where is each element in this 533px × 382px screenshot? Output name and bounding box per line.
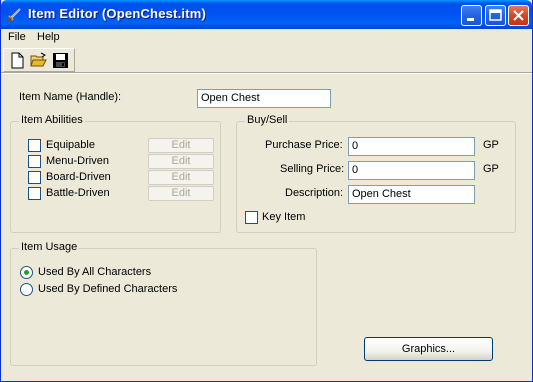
maximize-button[interactable] <box>485 5 506 26</box>
battle-driven-label: Battle-Driven <box>46 187 110 199</box>
purchase-price-label: Purchase Price: <box>265 139 343 151</box>
description-field[interactable]: Open Chest <box>348 185 475 204</box>
menu-file[interactable]: File <box>8 31 26 43</box>
menu-driven-checkbox[interactable] <box>28 155 41 168</box>
toolbar <box>3 48 75 72</box>
selling-price-field[interactable]: 0 <box>348 161 475 180</box>
title-bar[interactable]: Item Editor (OpenChest.itm) <box>1 0 532 29</box>
maximize-icon <box>489 9 502 21</box>
item-name-field[interactable]: Open Chest <box>197 89 331 108</box>
key-item-label: Key Item <box>262 211 306 223</box>
used-by-all-label: Used By All Characters <box>38 266 152 278</box>
key-item-checkbox[interactable] <box>245 211 258 224</box>
item-abilities-title: Item Abilities <box>19 114 85 126</box>
equipable-edit-button[interactable]: Edit <box>148 138 214 153</box>
new-file-icon[interactable] <box>9 52 26 69</box>
sword-icon <box>7 6 23 22</box>
minimize-icon <box>467 18 474 21</box>
item-usage-title: Item Usage <box>19 241 80 253</box>
used-by-all-radio[interactable] <box>20 266 33 279</box>
equipable-checkbox[interactable] <box>28 139 41 152</box>
close-icon <box>513 10 524 21</box>
menu-bar: File Help <box>1 29 532 46</box>
buy-sell-title: Buy/Sell <box>245 114 290 126</box>
item-editor-window: Item Editor (OpenChest.itm) File Help It… <box>0 0 533 382</box>
close-button[interactable] <box>508 5 529 26</box>
board-driven-label: Board-Driven <box>46 171 111 183</box>
menu-driven-label: Menu-Driven <box>46 155 109 167</box>
board-driven-checkbox[interactable] <box>28 171 41 184</box>
battle-driven-edit-button[interactable]: Edit <box>148 186 214 201</box>
selling-price-unit: GP <box>483 163 499 175</box>
selling-price-label: Selling Price: <box>280 163 345 175</box>
battle-driven-checkbox[interactable] <box>28 187 41 200</box>
toolbar-separator <box>1 72 532 74</box>
window-title: Item Editor (OpenChest.itm) <box>28 6 207 21</box>
menu-help[interactable]: Help <box>37 31 60 43</box>
save-disk-icon[interactable] <box>52 52 69 69</box>
used-by-defined-radio[interactable] <box>20 283 33 296</box>
purchase-price-unit: GP <box>483 139 499 151</box>
description-label: Description: <box>285 187 344 199</box>
item-name-label: Item Name (Handle): <box>19 91 122 103</box>
graphics-button[interactable]: Graphics... <box>364 337 493 361</box>
menu-driven-edit-button[interactable]: Edit <box>148 154 214 169</box>
used-by-defined-label: Used By Defined Characters <box>38 283 178 295</box>
equipable-label: Equipable <box>46 139 95 151</box>
board-driven-edit-button[interactable]: Edit <box>148 170 214 185</box>
purchase-price-field[interactable]: 0 <box>348 137 475 156</box>
open-folder-icon[interactable] <box>30 52 47 69</box>
minimize-button[interactable] <box>461 5 482 26</box>
